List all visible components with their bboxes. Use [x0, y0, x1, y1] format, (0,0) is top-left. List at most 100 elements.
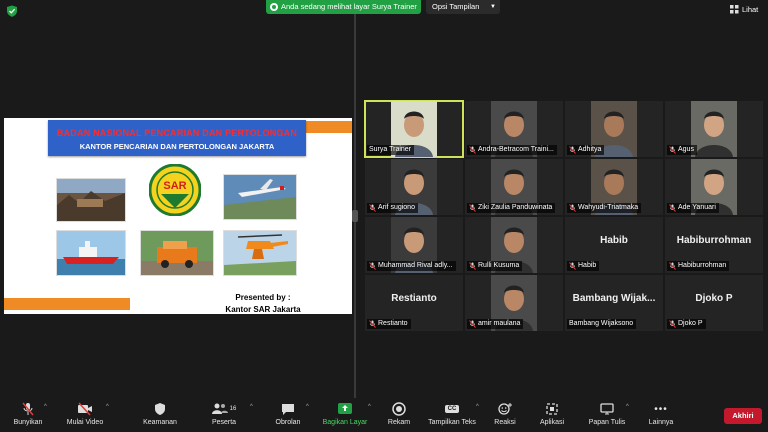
participant-tile[interactable]: Djoko P Djoko P: [665, 275, 763, 331]
view-button[interactable]: Lihat: [730, 5, 758, 14]
chevron-up-icon[interactable]: ^: [250, 404, 253, 410]
participant-name-label: Agus: [667, 145, 697, 155]
record-button[interactable]: Rekam: [382, 402, 416, 430]
participant-tile[interactable]: amir maulana: [465, 275, 563, 331]
participant-display-name: Djoko P: [695, 293, 733, 304]
participant-tile[interactable]: Ziki Zaulia Panduwinata: [465, 159, 563, 215]
participant-name: Rulli Kusuma: [478, 262, 520, 269]
participant-tile[interactable]: Bambang Wijak... Bambang Wijaksono: [565, 275, 663, 331]
participant-display-name: Habiburrohman: [676, 235, 752, 246]
participant-name-label: Ziki Zaulia Panduwinata: [467, 203, 556, 213]
participant-name: Andra-Betracom Traini...: [478, 146, 554, 153]
participant-tile[interactable]: Restianto Restianto: [365, 275, 463, 331]
mic-muted-icon: [369, 320, 376, 328]
participant-name-label: Adhitya: [567, 145, 605, 155]
participant-name-label: Surya Trainer: [367, 145, 415, 155]
view-splitter[interactable]: [354, 14, 356, 398]
participant-name: Habib: [578, 262, 597, 269]
participant-tile[interactable]: Wahyudi-Triatmaka: [565, 159, 663, 215]
slide-title: BADAN NASIONAL PENCARIAN DAN PERTOLONGAN: [56, 128, 298, 138]
participant-tile[interactable]: Agus: [665, 101, 763, 157]
participant-tile[interactable]: Muhammad Rival adly...: [365, 217, 463, 273]
participant-tile[interactable]: Habib Habib: [565, 217, 663, 273]
participant-name: Bambang Wijaksono: [569, 320, 634, 327]
rescue-ship-photo: [56, 230, 126, 276]
participant-tile[interactable]: Surya Trainer: [364, 100, 464, 158]
more-label: Lainnya: [648, 419, 674, 426]
participant-name-label: amir maulana: [467, 319, 524, 329]
chevron-up-icon[interactable]: ^: [306, 404, 309, 410]
participant-name: amir maulana: [478, 320, 521, 327]
people-icon: [211, 403, 228, 414]
chevron-up-icon[interactable]: ^: [476, 404, 479, 410]
share-status-text: Anda sedang melihat layar Surya Trainer: [281, 2, 417, 11]
chevron-up-icon[interactable]: ^: [626, 404, 629, 410]
unmute-button[interactable]: Bunyikan: [8, 402, 48, 430]
participant-name: Arif sugiono: [378, 204, 415, 211]
record-label: Rekam: [387, 419, 411, 426]
whiteboard-icon: [600, 403, 614, 415]
participant-display-name: Bambang Wijak...: [572, 293, 656, 304]
reactions-label: Reaksi: [494, 419, 516, 426]
participant-tile[interactable]: Andra-Betracom Traini...: [465, 101, 563, 157]
mic-muted-icon: [369, 204, 376, 212]
apps-icon: [546, 403, 558, 415]
participant-name-label: Wahyudi-Triatmaka: [567, 203, 642, 213]
participants-button[interactable]: 16 Peserta: [202, 402, 246, 430]
participant-name-label: Rulli Kusuma: [467, 261, 523, 271]
participant-name: Ade Yanuari: [678, 204, 716, 211]
end-meeting-button[interactable]: Akhiri: [724, 408, 762, 424]
participant-display-name: Restianto: [391, 293, 437, 304]
splitter-handle[interactable]: [352, 210, 358, 222]
participant-name-label: Bambang Wijaksono: [567, 319, 637, 329]
captions-button[interactable]: CC Tampilkan Teks: [424, 402, 480, 430]
participant-tile[interactable]: Rulli Kusuma: [465, 217, 563, 273]
participant-name-label: Arif sugiono: [367, 203, 418, 213]
participants-count: 16: [229, 406, 237, 412]
start-video-label: Mulai Video: [66, 419, 104, 426]
whiteboard-button[interactable]: Papan Tulis: [586, 402, 628, 430]
shield-icon: [155, 403, 165, 415]
participant-tile[interactable]: Arif sugiono: [365, 159, 463, 215]
share-screen-button[interactable]: Bagikan Layar: [320, 402, 370, 430]
captions-label: Tampilkan Teks: [428, 419, 476, 426]
participant-tile[interactable]: Ade Yanuari: [665, 159, 763, 215]
participant-tile[interactable]: Adhitya: [565, 101, 663, 157]
participant-name: Ziki Zaulia Panduwinata: [478, 204, 553, 211]
mic-muted-icon: [469, 262, 476, 270]
participant-video: [691, 101, 737, 157]
mic-muted-icon: [669, 320, 676, 328]
mic-muted-icon: [569, 146, 576, 154]
mic-muted-icon: [469, 204, 476, 212]
view-options-button[interactable]: Opsi Tampilan ▼: [426, 0, 500, 14]
video-off-icon: [78, 402, 92, 416]
reactions-button[interactable]: Reaksi: [490, 402, 520, 430]
chat-icon: [282, 404, 294, 415]
aircraft-photo: [223, 174, 297, 220]
smile-plus-icon: [498, 403, 512, 415]
chevron-up-icon[interactable]: ^: [368, 404, 371, 410]
participant-name-label: Djoko P: [667, 319, 706, 329]
start-video-button[interactable]: Mulai Video: [62, 402, 108, 430]
apps-button[interactable]: Aplikasi: [534, 402, 570, 430]
mic-muted-icon: [469, 146, 476, 154]
more-button[interactable]: ••• Lainnya: [644, 402, 678, 430]
chevron-up-icon[interactable]: ^: [106, 404, 109, 410]
helicopter-photo: [223, 230, 297, 276]
participant-tile[interactable]: Habiburrohman Habiburrohman: [665, 217, 763, 273]
participant-name: Agus: [678, 146, 694, 153]
shield-icon[interactable]: [6, 5, 18, 17]
security-button[interactable]: Keamanan: [138, 402, 182, 430]
view-button-label: Lihat: [742, 5, 759, 14]
view-options-label: Opsi Tampilan: [432, 2, 480, 11]
participant-name: Wahyudi-Triatmaka: [578, 204, 639, 211]
chevron-up-icon[interactable]: ^: [44, 404, 47, 410]
participant-name-label: Andra-Betracom Traini...: [467, 145, 557, 155]
participant-name: Surya Trainer: [369, 146, 412, 153]
chat-button[interactable]: Obrolan: [268, 402, 308, 430]
mic-muted-icon: [669, 204, 676, 212]
participant-name-label: Habib: [567, 261, 600, 271]
captions-icon: CC: [444, 405, 460, 413]
participant-display-name: Habib: [600, 235, 628, 246]
apps-label: Aplikasi: [539, 419, 565, 426]
